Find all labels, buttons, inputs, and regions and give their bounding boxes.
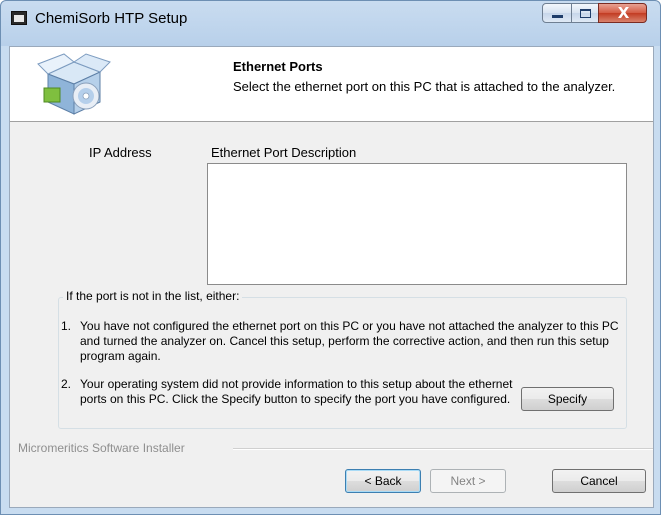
maximize-icon <box>580 9 591 18</box>
column-header-ip-address: IP Address <box>89 145 152 160</box>
footer-divider <box>233 448 653 450</box>
minimize-icon <box>552 15 563 18</box>
app-icon[interactable] <box>11 11 27 25</box>
close-icon: X <box>617 4 630 22</box>
window-title: ChemiSorb HTP Setup <box>35 10 188 27</box>
back-button[interactable]: < Back <box>345 469 421 493</box>
title-bar[interactable]: ChemiSorb HTP Setup X <box>1 1 660 38</box>
installer-box-icon <box>37 53 111 115</box>
page-title: Ethernet Ports <box>233 59 323 74</box>
help-item: 1. You have not configured the ethernet … <box>61 319 621 364</box>
help-item-number: 1. <box>61 319 72 333</box>
help-item-number: 2. <box>61 377 72 391</box>
page-subtitle: Select the ethernet port on this PC that… <box>233 79 616 94</box>
wizard-header: Ethernet Ports Select the ethernet port … <box>10 47 653 122</box>
setup-window: ChemiSorb HTP Setup X Ethernet Ports Sel… <box>0 0 661 515</box>
column-header-port-description: Ethernet Port Description <box>211 145 357 160</box>
maximize-button[interactable] <box>571 3 599 23</box>
help-group-legend: If the port is not in the list, either: <box>63 289 243 303</box>
ethernet-ports-list[interactable] <box>207 163 627 285</box>
next-button[interactable]: Next > <box>430 469 506 493</box>
help-item-text: You have not configured the ethernet por… <box>80 319 619 363</box>
minimize-button[interactable] <box>542 3 572 23</box>
close-button[interactable]: X <box>598 3 647 23</box>
help-item: 2. Your operating system did not provide… <box>61 377 521 407</box>
installer-brand-label: Micromeritics Software Installer <box>18 441 185 455</box>
cancel-button[interactable]: Cancel <box>552 469 646 493</box>
dialog-body: Ethernet Ports Select the ethernet port … <box>9 46 654 508</box>
help-item-text: Your operating system did not provide in… <box>80 377 513 406</box>
specify-button[interactable]: Specify <box>521 387 614 411</box>
